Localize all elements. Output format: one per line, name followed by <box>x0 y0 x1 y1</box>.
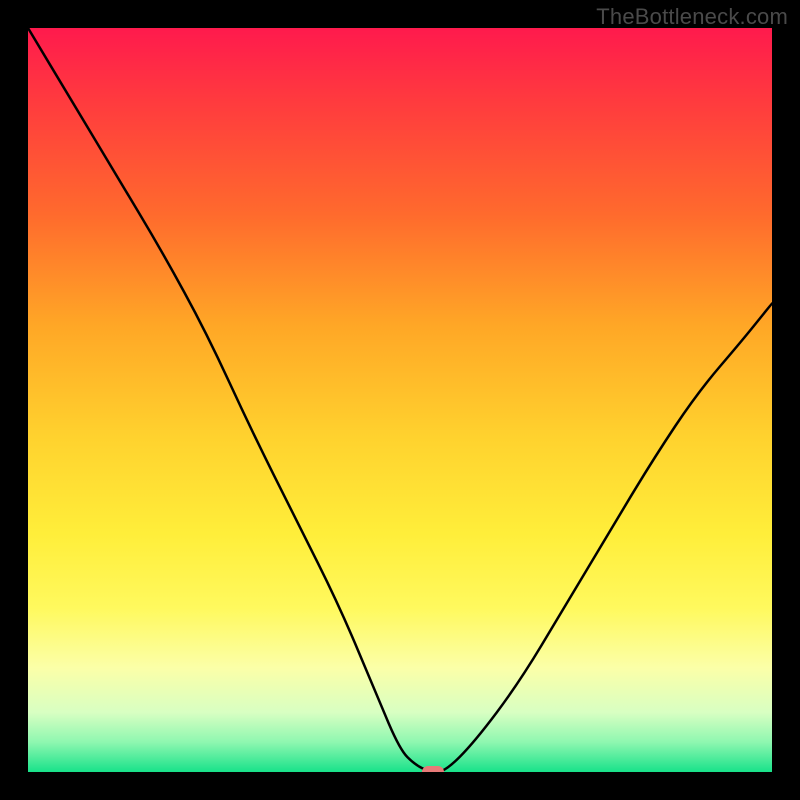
watermark-text: TheBottleneck.com <box>596 4 788 30</box>
bottleneck-curve <box>28 28 772 772</box>
chart-frame: TheBottleneck.com <box>0 0 800 800</box>
plot-area <box>28 28 772 772</box>
optimal-point-marker <box>422 766 444 772</box>
